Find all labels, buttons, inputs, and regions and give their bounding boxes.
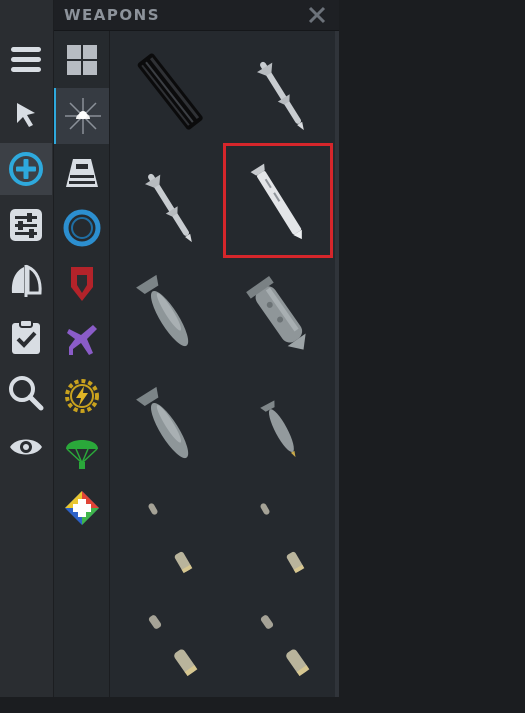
hamburger-menu-icon	[11, 47, 41, 72]
shell-pair-icon	[148, 615, 198, 677]
add-object-button[interactable]	[0, 143, 52, 195]
bomb-icon	[136, 274, 189, 347]
category-rings[interactable]	[54, 200, 109, 256]
parachute-icon	[65, 440, 98, 469]
category-all[interactable]	[54, 32, 109, 88]
weapon-item[interactable]	[225, 370, 335, 485]
left-toolbar	[0, 0, 54, 697]
category-capsules[interactable]	[54, 144, 109, 200]
pointer-arrow-icon	[17, 103, 35, 127]
lightning-gear-icon	[64, 379, 99, 413]
split-sail-icon	[11, 264, 42, 297]
capsule-icon	[65, 159, 98, 187]
add-circle-icon	[9, 152, 43, 186]
rocket-pod-icon	[137, 53, 203, 130]
weapon-item[interactable]	[113, 482, 223, 597]
weapon-item[interactable]	[113, 146, 223, 261]
viewport-area[interactable]	[339, 0, 525, 697]
category-defense[interactable]	[54, 256, 109, 312]
clipboard-check-icon	[12, 319, 40, 354]
visibility-button[interactable]	[0, 421, 52, 473]
search-button[interactable]	[0, 367, 52, 419]
close-button[interactable]	[307, 5, 327, 25]
category-power[interactable]	[54, 368, 109, 424]
select-tool-button[interactable]	[0, 88, 52, 140]
menu-button[interactable]	[0, 33, 52, 85]
missile-icon	[256, 61, 304, 131]
panel-header: WEAPONS	[54, 0, 339, 31]
category-markers[interactable]	[54, 480, 109, 536]
small-bomb-icon	[260, 400, 296, 458]
weapon-item[interactable]	[113, 34, 223, 149]
magnifier-icon	[9, 376, 44, 411]
sliders-icon	[10, 209, 42, 241]
weapons-starburst-icon	[64, 98, 101, 134]
eye-icon	[10, 439, 42, 455]
weapon-item-selected[interactable]	[223, 143, 333, 258]
weapon-item[interactable]	[113, 258, 223, 373]
weapons-grid	[110, 31, 338, 697]
glide-bomb-icon	[250, 163, 302, 240]
shell-pair-icon	[148, 503, 193, 574]
missile-icon	[144, 173, 192, 243]
mirror-tool-button[interactable]	[0, 255, 52, 307]
category-parachutes[interactable]	[54, 424, 109, 480]
category-column	[54, 31, 110, 697]
category-aircraft[interactable]	[54, 312, 109, 368]
weapon-item[interactable]	[225, 34, 335, 149]
purple-aircraft-icon	[66, 325, 97, 355]
weapon-item[interactable]	[225, 482, 335, 597]
objectives-button[interactable]	[0, 311, 52, 363]
weapon-item[interactable]	[225, 594, 335, 709]
settings-sliders-button[interactable]	[0, 199, 52, 251]
bomb-icon	[136, 386, 189, 459]
close-icon	[308, 6, 326, 24]
weapon-item[interactable]	[113, 594, 223, 709]
red-shield-icon	[70, 267, 93, 301]
shell-pair-icon	[260, 503, 305, 574]
panel-title: WEAPONS	[64, 6, 161, 24]
cluster-bomb-icon	[246, 276, 306, 350]
weapons-panel: WEAPONS	[54, 0, 339, 697]
blue-ring-icon	[63, 209, 100, 247]
category-weapons[interactable]	[54, 88, 109, 144]
grid-all-icon	[66, 45, 97, 75]
weapon-item[interactable]	[225, 258, 335, 373]
weapon-item[interactable]	[113, 370, 223, 485]
colored-compass-plus-icon	[64, 491, 99, 525]
shell-pair-icon	[260, 615, 310, 677]
